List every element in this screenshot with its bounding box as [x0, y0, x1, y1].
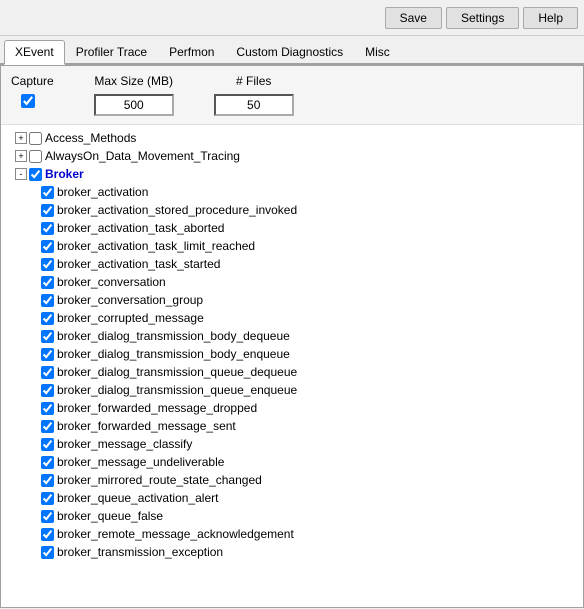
tree-label-broker_forwarded_message_dropped: broker_forwarded_message_dropped	[57, 400, 257, 416]
help-button[interactable]: Help	[523, 7, 578, 29]
maxsize-group: Max Size (MB)	[94, 74, 174, 116]
tree-label-broker_dialog_transmission_body_enqueue: broker_dialog_transmission_body_enqueue	[57, 346, 290, 362]
tree-row: broker_activation_stored_procedure_invok…	[1, 201, 583, 219]
tree-checkbox-broker_message_undeliverable[interactable]	[41, 456, 54, 469]
capture-label: Capture	[11, 74, 54, 88]
tree-label-broker_activation_task_aborted: broker_activation_task_aborted	[57, 220, 224, 236]
settings-button[interactable]: Settings	[446, 7, 519, 29]
tree-label-broker_activation_stored_procedure_invoked: broker_activation_stored_procedure_invok…	[57, 202, 297, 218]
tree-label-broker_remote_message_acknowledgement: broker_remote_message_acknowledgement	[57, 526, 294, 542]
tree-row: broker_message_classify	[1, 435, 583, 453]
tree-checkbox-broker_activation_stored_procedure_invoked[interactable]	[41, 204, 54, 217]
tree-row: broker_mirrored_route_state_changed	[1, 471, 583, 489]
capture-row: Capture Max Size (MB) # Files	[1, 66, 583, 125]
tree-row: broker_queue_activation_alert	[1, 489, 583, 507]
tree-checkbox-broker_activation_task_started[interactable]	[41, 258, 54, 271]
tree-row: broker_activation	[1, 183, 583, 201]
files-input[interactable]	[214, 94, 294, 116]
tree-label-access_methods: Access_Methods	[45, 130, 136, 146]
tree-checkbox-broker_dialog_transmission_body_dequeue[interactable]	[41, 330, 54, 343]
tree-checkbox-broker_message_classify[interactable]	[41, 438, 54, 451]
tree-row: broker_conversation	[1, 273, 583, 291]
files-group: # Files	[214, 74, 294, 116]
tree-label-broker_corrupted_message: broker_corrupted_message	[57, 310, 204, 326]
tree-label-broker_mirrored_route_state_changed: broker_mirrored_route_state_changed	[57, 472, 262, 488]
main-content: Capture Max Size (MB) # Files + Access_Me…	[0, 65, 584, 608]
expand-icon[interactable]: +	[15, 150, 27, 162]
tree-label-broker_transmission_exception: broker_transmission_exception	[57, 544, 223, 560]
tree-row: broker_conversation_group	[1, 291, 583, 309]
tree-row: broker_dialog_transmission_queue_enqueue	[1, 381, 583, 399]
tree-checkbox-broker_activation_task_aborted[interactable]	[41, 222, 54, 235]
toolbar: Save Settings Help	[0, 0, 584, 36]
tree-label-broker_activation_task_limit_reached: broker_activation_task_limit_reached	[57, 238, 255, 254]
tree-label-broker_message_undeliverable: broker_message_undeliverable	[57, 454, 224, 470]
tab-profiler-trace[interactable]: Profiler Trace	[65, 40, 158, 63]
tree-area[interactable]: + Access_Methods + AlwaysOn_Data_Movement_T…	[1, 125, 583, 607]
tree-label-broker_dialog_transmission_queue_enqueue: broker_dialog_transmission_queue_enqueue	[57, 382, 297, 398]
tree-row: broker_activation_task_started	[1, 255, 583, 273]
save-button[interactable]: Save	[385, 7, 442, 29]
tree-checkbox-broker_forwarded_message_sent[interactable]	[41, 420, 54, 433]
tree-row: broker_corrupted_message	[1, 309, 583, 327]
tree-label-broker_queue_activation_alert: broker_queue_activation_alert	[57, 490, 218, 506]
tree-checkbox-broker_corrupted_message[interactable]	[41, 312, 54, 325]
tree-checkbox-broker_dialog_transmission_queue_dequeue[interactable]	[41, 366, 54, 379]
tree-checkbox-broker_conversation_group[interactable]	[41, 294, 54, 307]
tree-checkbox-broker_dialog_transmission_body_enqueue[interactable]	[41, 348, 54, 361]
tree-label-broker_dialog_transmission_body_dequeue: broker_dialog_transmission_body_dequeue	[57, 328, 290, 344]
maxsize-label: Max Size (MB)	[94, 74, 173, 88]
tree-label-broker_conversation: broker_conversation	[57, 274, 166, 290]
tree-checkbox-access_methods[interactable]	[29, 132, 42, 145]
tree-row: - Broker	[1, 165, 583, 183]
tree-row: broker_dialog_transmission_body_dequeue	[1, 327, 583, 345]
tree-label-broker_message_classify: broker_message_classify	[57, 436, 192, 452]
tree-label-broker_conversation_group: broker_conversation_group	[57, 292, 203, 308]
tree-row: broker_remote_message_acknowledgement	[1, 525, 583, 543]
tree-row: + Access_Methods	[1, 129, 583, 147]
tree-row: broker_activation_task_aborted	[1, 219, 583, 237]
tab-perfmon[interactable]: Perfmon	[158, 40, 225, 63]
tree-label-broker_forwarded_message_sent: broker_forwarded_message_sent	[57, 418, 236, 434]
tree-checkbox-broker_activation[interactable]	[41, 186, 54, 199]
tab-misc[interactable]: Misc	[354, 40, 401, 63]
tree-row: broker_queue_false	[1, 507, 583, 525]
tab-xevent[interactable]: XEvent	[4, 40, 65, 65]
tree-checkbox-broker_mirrored_route_state_changed[interactable]	[41, 474, 54, 487]
tree-checkbox-broker_dialog_transmission_queue_enqueue[interactable]	[41, 384, 54, 397]
tree-row: broker_dialog_transmission_body_enqueue	[1, 345, 583, 363]
tree-label-broker_dialog_transmission_queue_dequeue: broker_dialog_transmission_queue_dequeue	[57, 364, 297, 380]
tree-checkbox-alwayson[interactable]	[29, 150, 42, 163]
tree-row: + AlwaysOn_Data_Movement_Tracing	[1, 147, 583, 165]
tree-label-broker_queue_false: broker_queue_false	[57, 508, 163, 524]
tree-label-broker: Broker	[45, 166, 84, 182]
capture-checkbox[interactable]	[21, 94, 35, 108]
tree-checkbox-broker_activation_task_limit_reached[interactable]	[41, 240, 54, 253]
tree-row: broker_transmission_exception	[1, 543, 583, 561]
tree-label-broker_activation: broker_activation	[57, 184, 148, 200]
tree-row: broker_message_undeliverable	[1, 453, 583, 471]
maxsize-input[interactable]	[94, 94, 174, 116]
tree-row: broker_activation_task_limit_reached	[1, 237, 583, 255]
tree-checkbox-broker_queue_activation_alert[interactable]	[41, 492, 54, 505]
tree-checkbox-broker_remote_message_acknowledgement[interactable]	[41, 528, 54, 541]
tree-label-broker_activation_task_started: broker_activation_task_started	[57, 256, 220, 272]
capture-group: Capture	[11, 74, 54, 108]
tree-checkbox-broker_conversation[interactable]	[41, 276, 54, 289]
tree-label-alwayson: AlwaysOn_Data_Movement_Tracing	[45, 148, 240, 164]
tab-bar: XEvent Profiler Trace Perfmon Custom Dia…	[0, 36, 584, 65]
tree-checkbox-broker_forwarded_message_dropped[interactable]	[41, 402, 54, 415]
expand-icon[interactable]: -	[15, 168, 27, 180]
tree-checkbox-broker_transmission_exception[interactable]	[41, 546, 54, 559]
tree-row: broker_dialog_transmission_queue_dequeue	[1, 363, 583, 381]
tree-checkbox-broker[interactable]	[29, 168, 42, 181]
tree-row: broker_forwarded_message_sent	[1, 417, 583, 435]
tab-custom-diagnostics[interactable]: Custom Diagnostics	[225, 40, 354, 63]
expand-icon[interactable]: +	[15, 132, 27, 144]
tree-row: broker_forwarded_message_dropped	[1, 399, 583, 417]
tree-checkbox-broker_queue_false[interactable]	[41, 510, 54, 523]
files-label: # Files	[236, 74, 271, 88]
